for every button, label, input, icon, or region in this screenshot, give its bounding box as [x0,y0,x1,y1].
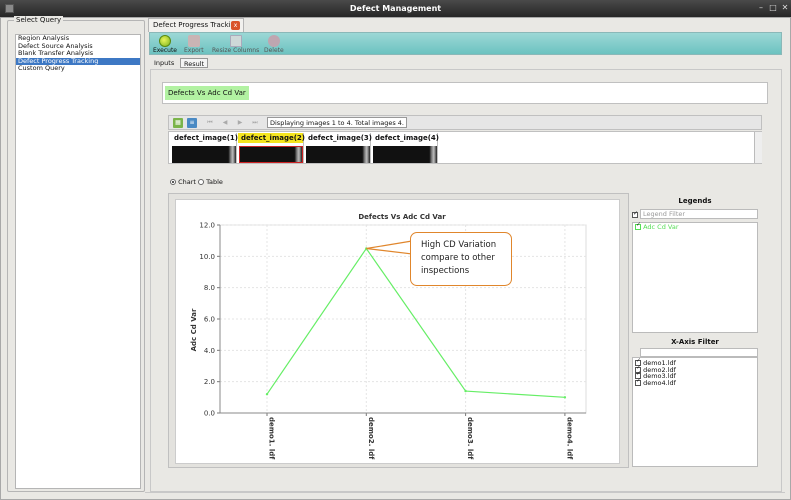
resize-columns-label: Resize Columns [212,47,260,54]
line-chart: Defects Vs Adc Cd Var Adc Cd Var 0.0 2.0 4… [190,213,587,460]
delete-label: Delete [264,47,284,54]
y-tick-label: 6.0 [204,316,215,324]
image-thumbnails: defect_image(1) defect_image(2) defect_i… [168,131,762,164]
query-chip[interactable]: Defects Vs Adc Cd Var [165,86,249,100]
export-button[interactable]: Export [184,35,204,54]
thumbnail-image [172,146,236,163]
bottom-divider [145,492,785,493]
delete-button[interactable]: Delete [264,35,284,54]
viewer-status: Displaying images 1 to 4. Total images 4… [267,117,407,128]
y-tick-label: 12.0 [199,222,215,230]
legend-entry-label: Adc Cd Var [643,223,679,231]
annotation-callout: High CD Variation compare to other inspe… [410,232,512,286]
thumbnail-label: defect_image(4) [372,133,439,143]
view-mode-selector: Chart Table [170,178,223,186]
query-list: Region Analysis Defect Source Analysis B… [15,34,141,489]
delete-icon [267,35,280,47]
x-axis-filter-input[interactable] [640,348,758,357]
x-filter-label: demo4.ldf [643,378,676,387]
next-page-icon[interactable]: ▶ [235,118,245,128]
tab-label: Defect Progress Tracking [153,21,240,29]
chart-title: Defects Vs Adc Cd Var [358,213,446,221]
thumbnail-label: defect_image(3) [305,133,372,143]
maximize-button[interactable]: □ [767,2,779,14]
select-query-panel: Select Query Region Analysis Defect Sour… [7,16,145,492]
title-bar: Defect Management – □ ✕ [0,0,791,17]
window-title: Defect Management [349,4,442,13]
thumbnail-image [239,146,303,163]
first-page-icon[interactable]: ⏮ [205,118,215,128]
x-tick-label: demo4. ldf [565,417,573,460]
resize-columns-icon [229,35,242,47]
legends-header: Legends [631,197,759,205]
data-point[interactable] [464,389,467,393]
thumbnail-label: defect_image(2) [238,133,305,143]
data-point[interactable] [563,396,567,399]
thumbnail-3[interactable]: defect_image(3) [305,133,372,164]
app-icon [5,4,14,13]
query-chip-box: Defects Vs Adc Cd Var [162,82,768,104]
x-axis-filter-title: X-Axis Filter [671,338,719,346]
thumbnail-label: defect_image(1) [171,133,238,143]
execute-icon [159,35,171,47]
thumbnail-scrollbar[interactable] [754,132,762,163]
grid-view-icon[interactable]: ▦ [173,118,183,128]
image-viewer-toolbar: ▦ ≡ ⏮ ◀ ▶ ⏭ Displaying images 1 to 4. To… [168,115,762,130]
x-filter-item[interactable]: demo4.ldf [633,378,757,387]
prev-page-icon[interactable]: ◀ [220,118,230,128]
close-window-button[interactable]: ✕ [779,2,791,14]
x-axis-filter-list: demo1.ldf demo2.ldf demo3.ldf demo4.ldf [632,357,758,467]
y-tick-label: 2.0 [204,378,215,386]
thumbnail-1[interactable]: defect_image(1) [171,133,238,164]
table-radio[interactable] [198,179,205,185]
x-filter-checkbox[interactable] [635,378,641,386]
legend-entry-checkbox[interactable] [635,222,641,230]
subtab-result[interactable]: Result [180,58,209,68]
execute-label: Execute [153,47,177,54]
x-tick-label: demo2. ldf [367,417,375,460]
chart-radio-label: Chart [178,178,196,186]
select-query-title: Select Query [14,16,64,24]
y-tick-label: 0.0 [204,410,215,418]
chart-radio[interactable] [170,179,176,185]
x-axis-filter-header: X-Axis Filter [631,338,759,346]
subtab-inputs[interactable]: Inputs [151,58,177,68]
thumbnail-image [306,146,370,163]
y-tick-label: 4.0 [204,347,215,355]
tab-defect-progress-tracking[interactable]: Defect Progress Tracking x [148,18,244,32]
export-icon [187,35,200,47]
thumbnail-2[interactable]: defect_image(2) [238,133,305,164]
x-tick-label: demo3. ldf [466,417,474,460]
legend-filter-input[interactable]: Legend Filter [640,209,758,219]
tab-close-icon[interactable]: x [231,21,240,30]
table-radio-label: Table [206,178,223,186]
export-label: Export [184,47,204,54]
legend-entry[interactable]: Adc Cd Var [633,222,757,231]
thumbnail-image [373,146,437,163]
last-page-icon[interactable]: ⏭ [250,118,260,128]
legend-list: Adc Cd Var [632,222,758,333]
resize-columns-button[interactable]: Resize Columns [212,35,259,54]
x-tick-label: demo1. ldf [268,417,276,460]
y-tick-label: 8.0 [204,284,215,292]
y-axis-label: Adc Cd Var [190,308,198,351]
thumbnail-4[interactable]: defect_image(4) [372,133,439,164]
legend-filter-checkbox[interactable] [632,210,638,218]
action-toolbar: Execute Export Resize Columns Delete [149,32,782,55]
legends-title: Legends [678,197,712,205]
minimize-button[interactable]: – [755,2,767,14]
execute-button[interactable]: Execute [153,35,177,54]
select-all-icon[interactable]: ≡ [187,118,197,128]
data-point[interactable] [265,393,269,396]
chart-panel: Defects Vs Adc Cd Var Adc Cd Var 0.0 2.0 4… [175,199,620,464]
query-item-custom-query[interactable]: Custom Query [16,64,140,73]
y-tick-label: 10.0 [199,253,215,261]
